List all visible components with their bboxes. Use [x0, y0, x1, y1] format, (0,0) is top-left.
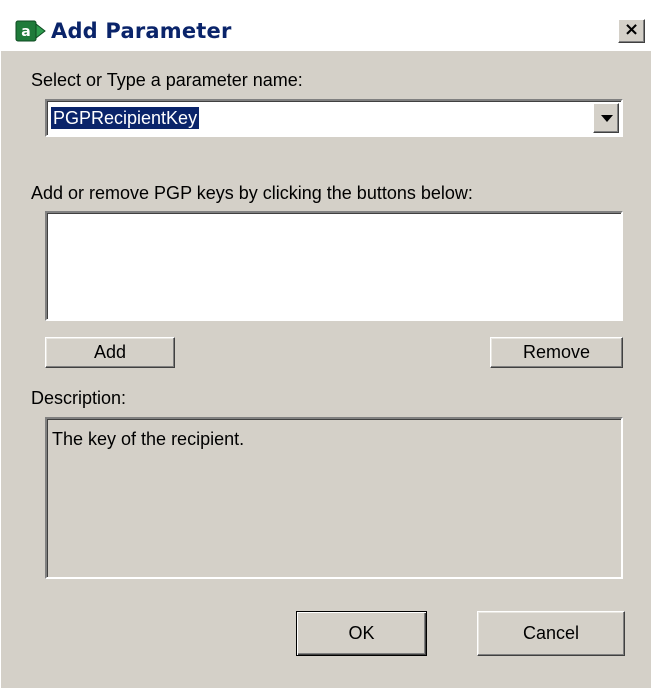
close-button[interactable]: × — [618, 19, 645, 43]
close-icon: × — [623, 19, 640, 40]
add-parameter-dialog: a Add Parameter × Select or Type a param… — [0, 0, 651, 688]
pgp-keys-label: Add or remove PGP keys by clicking the b… — [31, 183, 473, 203]
remove-button[interactable]: Remove — [490, 337, 623, 368]
title-bar[interactable]: a Add Parameter × — [1, 1, 651, 51]
remove-button-label: Remove — [522, 342, 591, 362]
description-label: Description: — [31, 388, 127, 408]
parameter-name-combobox[interactable]: PGPRecipientKey — [45, 99, 623, 137]
add-button-label: Add — [93, 342, 127, 362]
parameter-name-value[interactable]: PGPRecipientKey — [49, 106, 201, 130]
window-title: Add Parameter — [51, 19, 232, 43]
add-button[interactable]: Add — [45, 337, 175, 368]
description-text: The key of the recipient. — [52, 429, 245, 449]
parameter-name-label: Select or Type a parameter name: — [31, 70, 303, 90]
ok-button[interactable]: OK — [296, 611, 427, 656]
app-icon-letter: a — [21, 24, 30, 40]
pgp-keys-listbox[interactable] — [45, 211, 623, 321]
ok-button-label: OK — [348, 623, 375, 643]
cancel-button-label: Cancel — [522, 623, 580, 643]
description-box: The key of the recipient. — [45, 417, 623, 579]
app-icon: a — [15, 20, 47, 42]
cancel-button[interactable]: Cancel — [477, 611, 625, 656]
chevron-down-icon[interactable] — [593, 103, 619, 133]
